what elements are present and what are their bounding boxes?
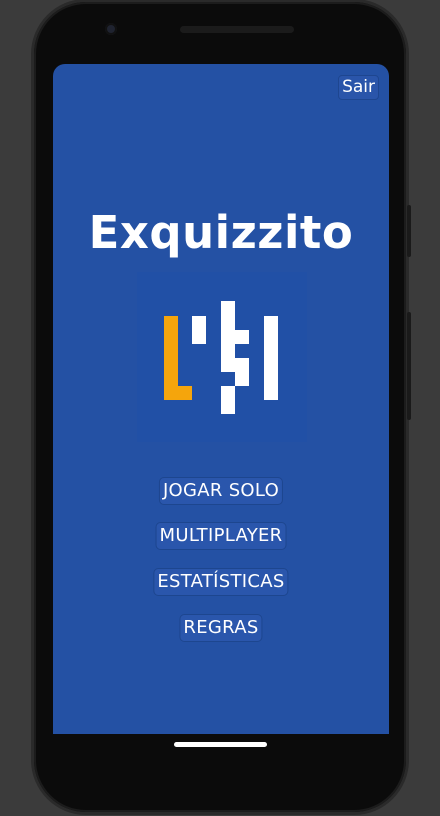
logo-orange-bar: [164, 316, 178, 400]
logo-orange-foot: [178, 386, 192, 400]
gesture-nav-handle[interactable]: [174, 742, 267, 747]
device-frame: Sair Exquizzito JOGAR SOLO MULTIPLAYER E…: [0, 0, 440, 816]
logo-white-column-1: [221, 301, 235, 372]
earpiece-speaker: [180, 26, 294, 33]
logo-white-block-2: [235, 330, 249, 344]
app-logo: [137, 272, 307, 442]
multiplayer-button[interactable]: MULTIPLAYER: [155, 522, 287, 550]
logo-white-column-2: [264, 316, 278, 400]
power-button: [407, 205, 411, 257]
pixel-blocks-logo-icon: [164, 301, 278, 414]
play-solo-button[interactable]: JOGAR SOLO: [158, 477, 284, 505]
app-screen: Sair Exquizzito JOGAR SOLO MULTIPLAYER E…: [53, 64, 389, 734]
rules-button[interactable]: REGRAS: [179, 614, 263, 642]
logo-white-block-3: [235, 358, 249, 386]
exit-button[interactable]: Sair: [338, 75, 379, 100]
logo-white-block-4: [221, 386, 235, 414]
app-title: Exquizzito: [88, 206, 354, 259]
statistics-button[interactable]: ESTATÍSTICAS: [153, 568, 289, 596]
volume-button: [407, 312, 411, 420]
logo-white-block-1: [192, 316, 206, 344]
front-camera-icon: [105, 23, 117, 35]
